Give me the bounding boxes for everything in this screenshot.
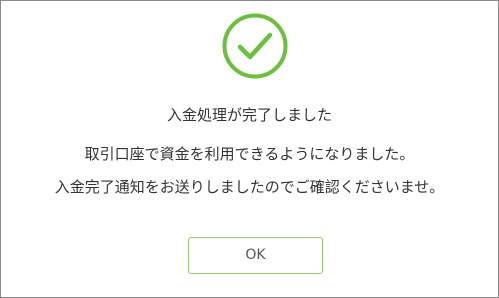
ok-button[interactable]: OK (188, 237, 323, 274)
message-line-2: 入金完了通知をお送りしましたのでご確認くださいませ。 (54, 178, 445, 196)
deposit-complete-dialog: 入金処理が完了しました 取引口座で資金を利用できるようになりました。 入金完了通… (0, 0, 499, 298)
message-line-1: 取引口座で資金を利用できるようになりました。 (84, 145, 415, 163)
check-circle-icon (222, 13, 288, 79)
dialog-title: 入金処理が完了しました (166, 106, 332, 124)
